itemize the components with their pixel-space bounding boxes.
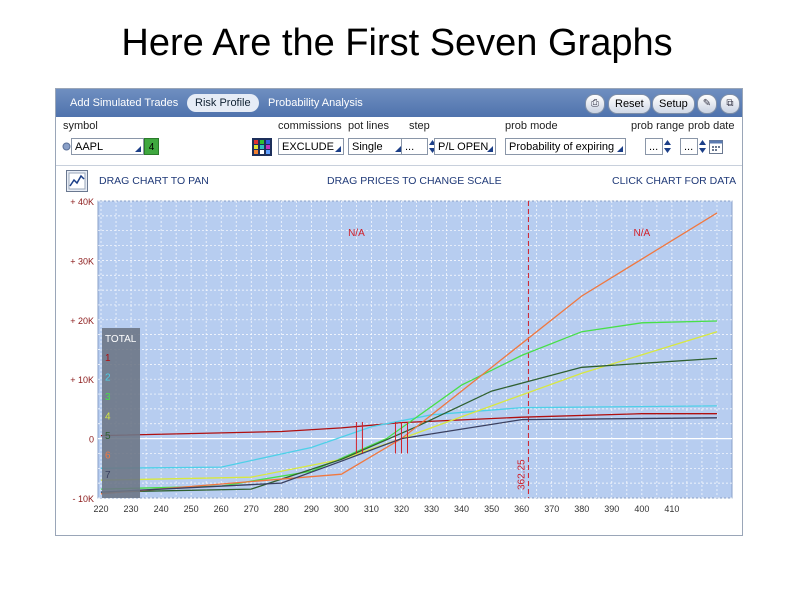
na-label: N/A xyxy=(348,228,365,239)
prob-range-label: prob range xyxy=(631,120,685,132)
risk-profile-chart[interactable]: + 40K + 30K + 20K + 10K 0- 10K 220 230 240 250 26… xyxy=(56,196,742,535)
x-tick-label: 390 xyxy=(604,504,619,514)
chart-hint-bar: DRAG CHART TO PAN DRAG PRICES TO CHANGE … xyxy=(56,166,742,196)
x-tick-label: 230 xyxy=(124,504,139,514)
y-tick-label: - 10K xyxy=(72,494,94,504)
detach-icon[interactable]: ⧉ xyxy=(720,94,740,114)
print-icon[interactable]: ⎙ xyxy=(585,94,605,114)
drag-pan-hint: DRAG CHART TO PAN xyxy=(99,175,209,187)
commissions-select[interactable]: EXCLUDE xyxy=(278,138,344,155)
x-tick-label: 270 xyxy=(244,504,259,514)
y-tick-label: 0 xyxy=(89,435,94,445)
color-grid-icon[interactable] xyxy=(252,138,272,156)
x-tick-label: 380 xyxy=(574,504,589,514)
legend-entry-3: 3 xyxy=(105,392,111,403)
tab-add-simulated-trades[interactable]: Add Simulated Trades xyxy=(62,94,186,112)
legend-entry-7: 7 xyxy=(105,470,111,481)
symbol-radio-icon[interactable] xyxy=(62,142,71,151)
setup-button[interactable]: Setup xyxy=(652,94,695,114)
pin-icon[interactable]: ✎ xyxy=(697,94,717,114)
reset-button[interactable]: Reset xyxy=(608,94,651,114)
symbol-count-badge: 4 xyxy=(144,138,159,155)
x-tick-label: 290 xyxy=(304,504,319,514)
legend-entry-6: 6 xyxy=(105,451,111,462)
x-tick-label: 400 xyxy=(634,504,649,514)
toolbar: symbol commissions pot lines step prob m… xyxy=(56,117,742,166)
na-label: N/A xyxy=(634,228,651,239)
tab-bar: Add Simulated Trades Risk Profile Probab… xyxy=(56,89,742,117)
x-tick-label: 250 xyxy=(184,504,199,514)
pot-lines-select[interactable]: Single xyxy=(348,138,404,155)
pl-open-select[interactable]: P/L OPEN xyxy=(434,138,496,155)
click-data-hint: CLICK CHART FOR DATA xyxy=(612,175,737,187)
y-tick-label: + 10K xyxy=(70,375,94,385)
x-tick-label: 240 xyxy=(154,504,169,514)
drag-scale-hint: DRAG PRICES TO CHANGE SCALE xyxy=(327,175,502,187)
legend-title: TOTAL xyxy=(105,334,137,345)
y-tick-label: + 40K xyxy=(70,197,94,207)
x-tick-label: 370 xyxy=(544,504,559,514)
legend-entry-1: 1 xyxy=(105,353,111,364)
symbol-label: symbol xyxy=(63,120,98,132)
legend-entry-5: 5 xyxy=(105,431,111,442)
slide-title: Here Are the First Seven Graphs xyxy=(121,22,673,64)
x-tick-label: 220 xyxy=(93,504,108,514)
x-tick-label: 260 xyxy=(214,504,229,514)
tab-risk-profile[interactable]: Risk Profile xyxy=(187,94,259,112)
x-tick-label: 280 xyxy=(274,504,289,514)
calendar-icon[interactable] xyxy=(709,138,723,154)
step-input[interactable]: ... xyxy=(401,138,428,155)
x-tick-label: 320 xyxy=(394,504,409,514)
x-tick-label: 310 xyxy=(364,504,379,514)
x-tick-label: 300 xyxy=(334,504,349,514)
pot-lines-label: pot lines xyxy=(348,120,389,132)
x-tick-label: 330 xyxy=(424,504,439,514)
price-marker-label: 362.25 xyxy=(516,459,527,490)
symbol-input[interactable]: AAPL xyxy=(71,138,144,155)
y-tick-label: + 20K xyxy=(70,316,94,326)
step-label: step xyxy=(409,120,430,132)
risk-profile-chart-svg[interactable]: + 40K+ 30K+ 20K+ 10K0- 10K220 230 240 250 26… xyxy=(56,196,742,535)
tab-probability-analysis[interactable]: Probability Analysis xyxy=(260,94,371,112)
chart-icon[interactable] xyxy=(66,170,88,192)
commissions-label: commissions xyxy=(278,120,342,132)
prob-date-spinner-icon[interactable] xyxy=(698,138,707,155)
prob-range-input[interactable]: ... xyxy=(645,138,663,155)
x-tick-label: 360 xyxy=(514,504,529,514)
prob-mode-select[interactable]: Probability of expiring xyxy=(505,138,626,155)
legend-entry-2: 2 xyxy=(105,373,111,384)
prob-date-input[interactable]: ... xyxy=(680,138,698,155)
x-tick-label: 350 xyxy=(484,504,499,514)
x-tick-label: 340 xyxy=(454,504,469,514)
prob-date-label: prob date xyxy=(688,120,735,132)
risk-profile-window: Add Simulated Trades Risk Profile Probab… xyxy=(55,88,743,536)
x-tick-label: 410 xyxy=(664,504,679,514)
legend-entry-4: 4 xyxy=(105,412,111,423)
prob-range-spinner-icon[interactable] xyxy=(663,138,672,155)
y-tick-label: + 30K xyxy=(70,256,94,266)
prob-mode-label: prob mode xyxy=(505,120,558,132)
